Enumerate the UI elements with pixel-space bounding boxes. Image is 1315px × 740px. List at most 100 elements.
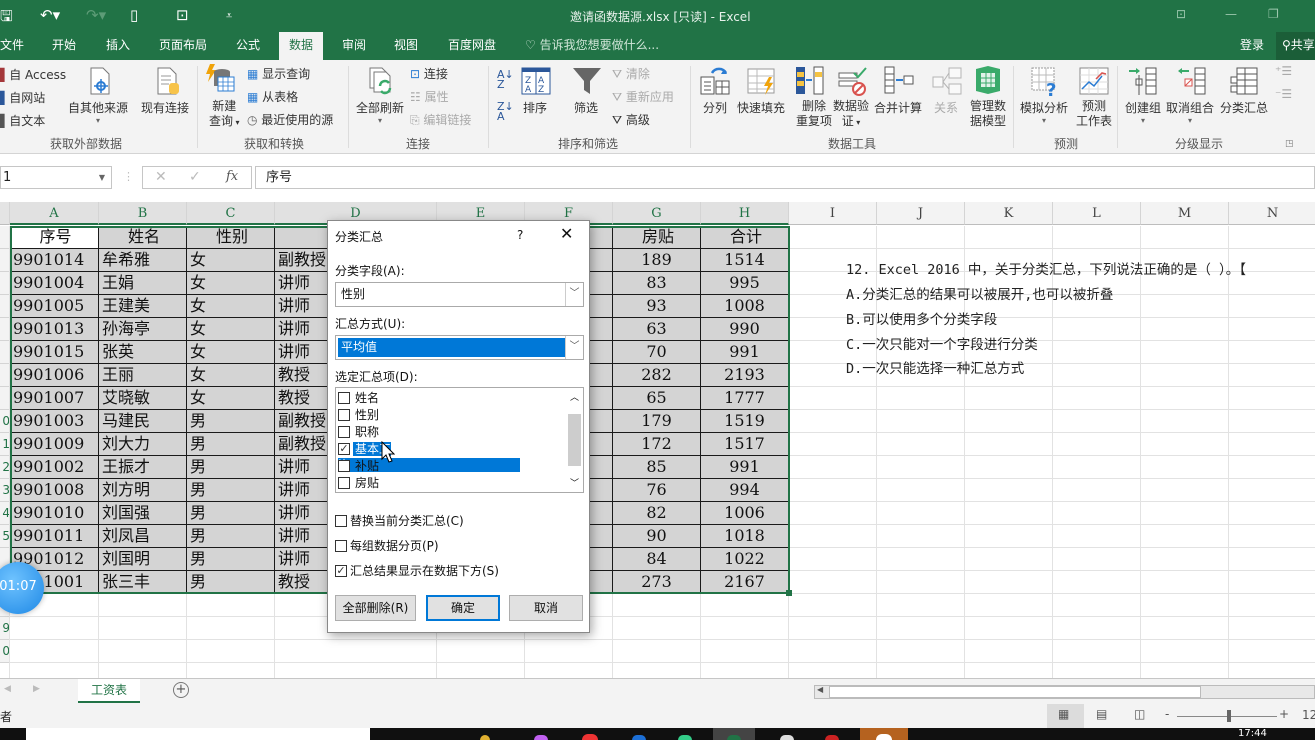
forecast-sheet-button[interactable]: 预测 工作表 (1076, 99, 1112, 129)
table-cell[interactable]: 刘国明 (99, 548, 187, 571)
flash-fill-button[interactable]: 快速填充 (737, 99, 785, 116)
table-header-cell[interactable]: 姓名 (99, 226, 187, 249)
remove-all-button[interactable]: 全部删除(R) (335, 595, 416, 621)
table-cell[interactable]: 艾晓敏 (99, 387, 187, 410)
connections-button[interactable]: ⊡ 连接 (410, 65, 448, 82)
zoom-in-button[interactable]: + (1279, 707, 1289, 721)
reapply-button[interactable]: ⛛ 重新应用 (612, 88, 674, 105)
normal-view-button[interactable]: ▦ (1047, 704, 1084, 728)
zoom-level[interactable]: 12 (1302, 708, 1315, 722)
table-cell[interactable]: 1519 (701, 410, 789, 433)
table-cell[interactable]: 1022 (701, 548, 789, 571)
name-box[interactable]: 1 ▼ (0, 166, 112, 189)
column-header-L[interactable]: L (1053, 202, 1141, 225)
table-cell[interactable]: 63 (613, 318, 701, 341)
table-cell[interactable]: 男 (187, 433, 275, 456)
table-cell[interactable]: 女 (187, 272, 275, 295)
table-cell[interactable]: 王娟 (99, 272, 187, 295)
select-all-corner[interactable] (0, 202, 10, 225)
table-cell[interactable]: 王丽 (99, 364, 187, 387)
hide-detail-button[interactable]: ⁻☰ (1275, 87, 1292, 101)
table-cell[interactable]: 9901010 (10, 502, 99, 525)
add-to-item[interactable]: 房贴 (338, 475, 566, 492)
sort-descending-button[interactable]: Z↓ A (497, 101, 514, 122)
edit-links-button[interactable]: ⎘ 编辑链接 (410, 111, 471, 128)
zoom-out-button[interactable]: - (1165, 707, 1169, 721)
tab-baidu[interactable]: 百度网盘 (438, 32, 506, 60)
tab-formulas[interactable]: 公式 (226, 32, 270, 60)
table-cell[interactable]: 女 (187, 249, 275, 272)
data-validation-button[interactable]: 数据验证 ▾ (833, 99, 869, 130)
text-to-columns-button[interactable]: 分列 (703, 99, 727, 116)
undo-icon[interactable]: ↶▾ (40, 6, 60, 24)
column-header-G[interactable]: G (613, 202, 701, 225)
table-cell[interactable]: 85 (613, 456, 701, 479)
table-cell[interactable]: 189 (613, 249, 701, 272)
table-cell[interactable]: 2167 (701, 571, 789, 594)
summary-below-checkbox[interactable]: ✓ 汇总结果显示在数据下方(S) (335, 562, 499, 579)
table-cell[interactable]: 9901015 (10, 341, 99, 364)
table-cell[interactable]: 孙海亭 (99, 318, 187, 341)
tab-view[interactable]: 视图 (384, 32, 428, 60)
tab-page-layout[interactable]: 页面布局 (149, 32, 217, 60)
table-cell[interactable]: 刘大力 (99, 433, 187, 456)
table-cell[interactable]: 男 (187, 548, 275, 571)
table-cell[interactable]: 刘方明 (99, 479, 187, 502)
taskbar-app-icon[interactable] (632, 735, 646, 740)
from-access-button[interactable]: ▌自 Access (0, 66, 66, 83)
new-icon[interactable]: ▯ (130, 6, 138, 24)
tab-file[interactable]: 文件 (0, 32, 34, 60)
table-header-cell[interactable]: 序号 (10, 226, 99, 249)
tab-review[interactable]: 审阅 (332, 32, 376, 60)
table-cell[interactable]: 76 (613, 479, 701, 502)
table-cell[interactable]: 王振才 (99, 456, 187, 479)
from-table-button[interactable]: ▦ 从表格 (247, 88, 298, 105)
show-queries-button[interactable]: ▦ 显示查询 (247, 65, 310, 82)
create-group-button[interactable]: 创建组 ▾ (1125, 99, 1161, 125)
advanced-filter-button[interactable]: ⛛ 高级 (612, 111, 650, 128)
table-cell[interactable]: 991 (701, 456, 789, 479)
tab-home[interactable]: 开始 (42, 32, 86, 60)
table-cell[interactable]: 男 (187, 525, 275, 548)
checkbox[interactable] (338, 476, 350, 489)
table-cell[interactable]: 273 (613, 571, 701, 594)
taskbar-app-icon[interactable] (582, 734, 598, 740)
column-header-H[interactable]: H (701, 202, 789, 225)
table-cell[interactable]: 282 (613, 364, 701, 387)
column-header-K[interactable]: K (965, 202, 1053, 225)
filter-button[interactable]: 筛选 (574, 99, 598, 116)
table-cell[interactable]: 179 (613, 410, 701, 433)
table-header-cell[interactable]: 房贴 (613, 226, 701, 249)
relationships-button[interactable]: 关系 (934, 99, 958, 116)
refresh-all-button[interactable]: 全部刷新 ▾ (356, 99, 404, 125)
taskbar-app-icon[interactable] (534, 735, 548, 740)
table-cell[interactable]: 9901007 (10, 387, 99, 410)
table-cell[interactable]: 马建民 (99, 410, 187, 433)
add-sheet-icon[interactable]: + (173, 682, 189, 698)
horizontal-scrollbar[interactable]: ◀ (814, 685, 1315, 699)
recent-sources-button[interactable]: ◷ 最近使用的源 (247, 111, 333, 128)
add-to-item[interactable]: 补贴 (338, 458, 566, 475)
table-cell[interactable]: 9901003 (10, 410, 99, 433)
checkbox[interactable]: ✓ (338, 442, 350, 455)
table-cell[interactable]: 男 (187, 456, 275, 479)
tab-insert[interactable]: 插入 (96, 32, 140, 60)
what-if-analysis-button[interactable]: 模拟分析 ▾ (1020, 99, 1068, 125)
table-cell[interactable]: 172 (613, 433, 701, 456)
function-select[interactable]: 平均值 ﹀ (335, 335, 584, 360)
drag-handle-icon[interactable]: ⋮ (123, 170, 134, 183)
enter-icon[interactable]: ✓ (189, 169, 201, 185)
checkbox[interactable] (338, 425, 350, 438)
column-header-B[interactable]: B (99, 202, 187, 225)
checkbox[interactable] (338, 459, 350, 472)
scroll-right-icon[interactable]: ▶ (33, 684, 40, 694)
table-cell[interactable]: 9901011 (10, 525, 99, 548)
table-cell[interactable]: 90 (613, 525, 701, 548)
table-cell[interactable]: 9901006 (10, 364, 99, 387)
page-break-checkbox[interactable]: 每组数据分页(P) (335, 537, 439, 554)
taskbar-app-icon[interactable] (780, 735, 794, 740)
table-cell[interactable]: 84 (613, 548, 701, 571)
taskbar-app-icon[interactable] (860, 728, 908, 740)
table-cell[interactable]: 张三丰 (99, 571, 187, 594)
insert-function-icon[interactable]: fx (226, 169, 238, 184)
